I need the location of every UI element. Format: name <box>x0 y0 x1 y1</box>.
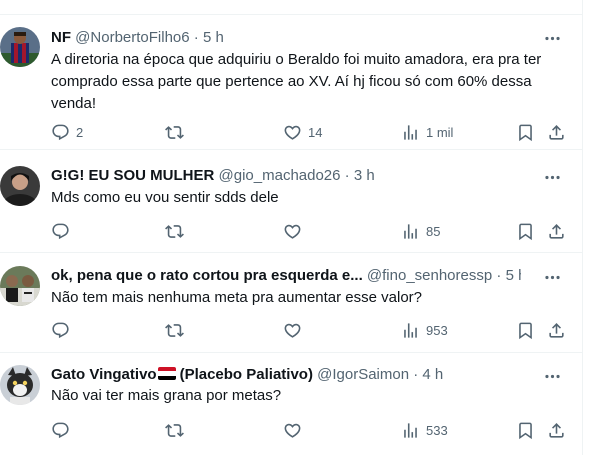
bookmark-icon <box>519 223 532 240</box>
tweet-header: NF @NorbertoFilho6 · 5 h <box>51 28 521 48</box>
user-handle[interactable]: @IgorSaimon <box>317 366 409 383</box>
like-count: 14 <box>308 124 323 140</box>
separator-dot: · <box>344 167 350 184</box>
tweet-reply-1[interactable]: NF @NorbertoFilho6 · 5 h A diretoria na … <box>0 15 583 150</box>
separator-dot: · <box>193 29 199 46</box>
timestamp[interactable]: 5 h <box>203 29 224 46</box>
share-icon <box>549 223 564 239</box>
avatar[interactable] <box>0 365 40 405</box>
display-name-part: Gato Vingativo <box>51 366 157 383</box>
like-icon <box>284 224 301 239</box>
more-icon[interactable] <box>541 27 563 49</box>
views-count: 953 <box>426 322 448 338</box>
reply-icon <box>52 422 69 438</box>
share-button[interactable] <box>547 121 566 143</box>
retweet-button[interactable] <box>165 220 190 242</box>
retweet-icon <box>165 125 184 139</box>
bookmark-button[interactable] <box>516 220 535 242</box>
reply-icon <box>52 322 69 338</box>
retweet-button[interactable] <box>165 319 190 341</box>
retweet-icon <box>165 423 184 437</box>
more-icon[interactable] <box>541 266 563 288</box>
display-name[interactable]: NF <box>51 29 71 46</box>
display-name[interactable]: ok, pena que o rato cortou pra esquerda … <box>51 267 363 284</box>
retweet-button[interactable] <box>165 121 190 143</box>
bookmark-button[interactable] <box>516 419 535 441</box>
display-name[interactable]: Gato Vingativo (Placebo Paliativo) <box>51 366 313 383</box>
views-count: 533 <box>426 422 448 438</box>
user-handle[interactable]: @fino_senhoressp <box>367 267 492 284</box>
views-icon <box>404 223 417 239</box>
like-button[interactable] <box>283 419 308 441</box>
retweet-icon <box>165 323 184 337</box>
egypt-flag-icon <box>157 367 176 380</box>
action-bar: 2 14 1 mil <box>51 121 571 143</box>
views-count: 1 mil <box>426 124 454 140</box>
avatar[interactable] <box>0 27 40 67</box>
timestamp[interactable]: 4 h <box>422 366 443 383</box>
user-handle[interactable]: @NorbertoFilho6 <box>75 29 189 46</box>
bookmark-icon <box>519 422 532 439</box>
user-handle[interactable]: @gio_machado26 <box>219 167 341 184</box>
action-bar: 85 <box>51 220 571 242</box>
share-button[interactable] <box>547 220 566 242</box>
tweet-header: Gato Vingativo (Placebo Paliativo) @IgorS… <box>51 365 521 385</box>
bookmark-button[interactable] <box>516 319 535 341</box>
tweet-reply-3[interactable]: ok, pena que o rato cortou pra esquerda … <box>0 253 583 353</box>
avatar[interactable] <box>0 166 40 206</box>
views-icon <box>404 322 417 338</box>
tweet-reply-2[interactable]: G!G! EU SOU MULHER @gio_machado26 · 3 h … <box>0 150 583 253</box>
share-button[interactable] <box>547 319 566 341</box>
reply-button[interactable]: 2 <box>51 121 83 143</box>
tweet-header: ok, pena que o rato cortou pra esquerda … <box>51 266 521 286</box>
more-icon[interactable] <box>541 166 563 188</box>
timestamp[interactable]: 5 h <box>506 267 521 284</box>
bookmark-icon <box>519 322 532 339</box>
reply-button[interactable] <box>51 319 76 341</box>
views-count: 85 <box>426 223 441 239</box>
reply-button[interactable] <box>51 220 76 242</box>
tweet-text: Não tem mais nenhuma meta pra aumentar e… <box>51 289 423 306</box>
share-icon <box>549 422 564 438</box>
like-icon <box>284 323 301 338</box>
bookmark-icon <box>519 124 532 141</box>
views-icon <box>404 124 417 140</box>
views-button[interactable]: 85 <box>401 220 440 242</box>
views-button[interactable]: 1 mil <box>401 121 453 143</box>
reply-icon <box>52 124 69 140</box>
reply-button[interactable] <box>51 419 76 441</box>
separator-dot: · <box>496 267 502 284</box>
display-name[interactable]: G!G! EU SOU MULHER <box>51 167 214 184</box>
retweet-icon <box>165 224 184 238</box>
views-icon <box>404 422 417 438</box>
tweet-text: Mds como eu vou sentir sdds dele <box>51 189 279 206</box>
views-button[interactable]: 533 <box>401 419 448 441</box>
tweet-text: Não vai ter mais grana por metas? <box>51 387 282 404</box>
separator-dot: · <box>413 366 419 383</box>
like-button[interactable]: 14 <box>283 121 322 143</box>
reply-count: 2 <box>76 124 84 140</box>
action-bar: 953 <box>51 319 571 341</box>
like-icon <box>284 125 301 140</box>
action-bar: 533 <box>51 419 571 441</box>
like-button[interactable] <box>283 220 308 242</box>
like-icon <box>284 423 301 438</box>
reply-icon <box>52 223 69 239</box>
display-name-part: (Placebo Paliativo) <box>179 366 313 383</box>
views-button[interactable]: 953 <box>401 319 448 341</box>
like-button[interactable] <box>283 319 308 341</box>
timestamp[interactable]: 3 h <box>354 167 375 184</box>
share-icon <box>549 322 564 338</box>
timeline: NF @NorbertoFilho6 · 5 h A diretoria na … <box>0 0 583 455</box>
bookmark-button[interactable] <box>516 121 535 143</box>
avatar[interactable] <box>0 266 40 306</box>
more-icon[interactable] <box>541 365 563 387</box>
retweet-button[interactable] <box>165 419 190 441</box>
tweet-header: G!G! EU SOU MULHER @gio_machado26 · 3 h <box>51 166 521 186</box>
tweet-reply-4[interactable]: Gato Vingativo (Placebo Paliativo) @IgorS… <box>0 353 583 455</box>
share-button[interactable] <box>547 419 566 441</box>
share-icon <box>549 124 564 140</box>
tweet-text: A diretoria na época que adquiriu o Bera… <box>51 51 542 112</box>
